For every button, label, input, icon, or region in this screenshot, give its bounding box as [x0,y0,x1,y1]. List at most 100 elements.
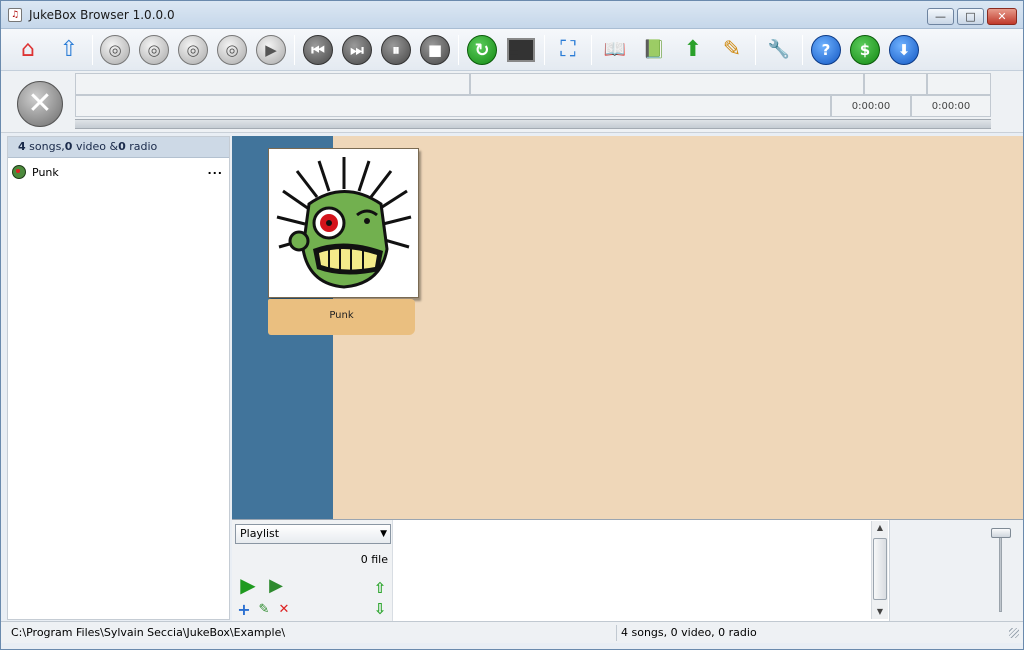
help-button[interactable]: ? [809,33,843,67]
help-icon: ? [811,35,841,65]
dvd-icon: ◎ [139,35,169,65]
play-random-icon: ▶ [269,574,283,596]
next-button[interactable]: ⏭ [340,33,374,67]
library-panel: 4 songs,0 video &0 radio Punk ... [7,136,230,620]
track-title-field [75,73,470,95]
pause-icon: ⏸ [381,35,411,65]
toolbar-separator [544,35,545,65]
cd-folder-icon: ◎ [178,35,208,65]
scroll-up-button[interactable]: ▲ [872,521,888,535]
move-down-button[interactable]: ⇩ [372,600,388,618]
dvd-folder-button[interactable]: ◎ [215,33,249,67]
download-button[interactable]: ⬇ [887,33,921,67]
library-summary: 4 songs,0 video &0 radio [8,137,229,158]
book-icon: 📖 [603,39,627,60]
play-icon: ▶ [240,573,256,597]
settings-button[interactable]: 🔧 [762,33,796,67]
playlist-selected: Playlist [240,527,280,540]
playlist-dropdown[interactable]: Playlist ▼ [235,524,391,544]
arrow-down-icon: ⇩ [373,600,387,618]
remove-button[interactable]: ✕ [276,601,292,617]
monitor-icon: ▬ [507,38,535,62]
arrow-up-icon: ⇧ [373,579,387,597]
close-button[interactable]: ✕ [987,8,1017,25]
play-button[interactable]: ▶ [254,33,288,67]
scroll-down-button[interactable]: ▼ [872,605,888,619]
radio-label: radio [125,140,158,153]
title-bar: ♫ JukeBox Browser 1.0.0.0 — □ ✕ [1,1,1023,29]
previous-button[interactable]: ⏮ [301,33,335,67]
more-options-button[interactable]: ... [207,164,223,177]
book-upload-button[interactable]: ⬆ [676,33,710,67]
volume-panel [889,520,1023,621]
status-path: C:\Program Files\Sylvain Seccia\JukeBox\… [7,625,617,641]
donate-icon: $ [850,35,880,65]
monitor-button[interactable]: ▬ [504,33,538,67]
refresh-icon: ↻ [467,35,497,65]
volume-slider-thumb[interactable] [991,528,1011,538]
resize-grip[interactable] [1009,628,1019,638]
toolbar-separator [294,35,295,65]
radio-count: 0 [118,140,126,153]
toolbar-separator [802,35,803,65]
edit-icon: ✎ [258,601,270,617]
chevron-down-icon: ▼ [380,529,387,539]
minimize-button[interactable]: — [927,8,954,25]
pencil-icon: ✎ [722,37,742,62]
album-caption: Punk [268,299,415,335]
cd-folder-button[interactable]: ◎ [176,33,210,67]
folder-up-button[interactable]: ⇧ [52,33,86,67]
tree-item-punk[interactable]: Punk ... [12,164,227,180]
zombie-icon [12,165,26,179]
album-grid: Punk [232,136,1023,519]
donate-button[interactable]: $ [848,33,882,67]
elapsed-time: 0:00:00 [851,101,891,112]
stop-button[interactable]: ■ [418,33,452,67]
refresh-button[interactable]: ↻ [465,33,499,67]
previous-icon: ⏮ [303,35,333,65]
book-button[interactable]: 📖 [598,33,632,67]
app-window: ♫ JukeBox Browser 1.0.0.0 — □ ✕ ⌂ ⇧ ◎ ◎ … [0,0,1024,650]
next-icon: ⏭ [342,35,372,65]
status-bar: C:\Program Files\Sylvain Seccia\JukeBox\… [1,621,1023,643]
home-button[interactable]: ⌂ [11,33,45,67]
dvd-folder-icon: ◎ [217,35,247,65]
fullscreen-button[interactable]: ⛶ [551,33,585,67]
playlist-controls: Playlist ▼ 0 file ▶ ▶ + ✎ ✕ ⇧ ⇩ [232,520,392,621]
album-cover-punk[interactable] [268,148,419,298]
folder-up-icon: ⇧ [59,37,79,62]
window-title: JukeBox Browser 1.0.0.0 [29,8,175,22]
maximize-button[interactable]: □ [957,8,984,25]
add-button[interactable]: + [236,599,252,619]
playlist-scrollbar[interactable]: ▲ ▼ [871,521,888,619]
playlist-file-count: 0 file [360,553,388,566]
playlist-list[interactable] [392,520,889,621]
video-label: video & [72,140,119,153]
pause-button[interactable]: ⏸ [379,33,413,67]
play-playlist-button[interactable]: ▶ [237,573,259,597]
cd-icon: ◎ [100,35,130,65]
book-refresh-button[interactable]: 📗 [637,33,671,67]
status-summary: 4 songs, 0 video, 0 radio [621,626,757,639]
stop-playback-button[interactable]: ✕ [17,81,63,127]
cd-button[interactable]: ◎ [98,33,132,67]
seek-bar[interactable] [75,119,991,129]
toolbar-separator [591,35,592,65]
move-up-button[interactable]: ⇧ [372,579,388,597]
toolbar-separator [458,35,459,65]
remove-icon: ✕ [278,601,290,617]
toolbar-separator [92,35,93,65]
dvd-button[interactable]: ◎ [137,33,171,67]
download-icon: ⬇ [889,35,919,65]
album-field [75,95,831,117]
play-random-button[interactable]: ▶ [265,574,287,596]
toolbar: ⌂ ⇧ ◎ ◎ ◎ ◎ ▶ ⏮ ⏭ ⏸ ■ ↻ ▬ ⛶ 📖 📗 ⬆ ✎ 🔧 ? … [1,29,1023,71]
zombie-face-icon [276,157,412,289]
scroll-thumb[interactable] [873,538,887,600]
edit-button[interactable]: ✎ [256,601,272,617]
app-icon: ♫ [8,8,22,22]
plus-icon: + [237,599,251,619]
artist-field [470,73,864,95]
pencil-button[interactable]: ✎ [715,33,749,67]
volume-track[interactable] [999,532,1002,612]
